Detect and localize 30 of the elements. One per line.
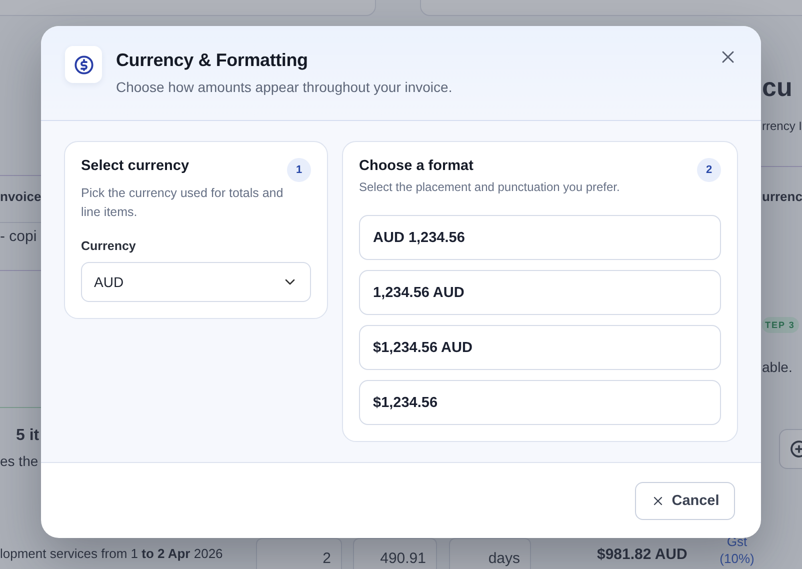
card-title: Choose a format [359, 158, 474, 174]
dialog-subtitle: Choose how amounts appear throughout your invoice. [116, 79, 454, 95]
cancel-button[interactable]: Cancel [635, 482, 735, 520]
column-header: nvoice [0, 189, 42, 204]
column-header: urrenc [762, 189, 802, 204]
dialog-title: Currency & Formatting [116, 50, 309, 71]
field-label: Currency [81, 239, 137, 253]
dollar-icon [74, 54, 94, 74]
format-option[interactable]: $1,234.56 [359, 380, 721, 425]
amount-text: $981.82 AUD [597, 546, 688, 563]
currency-select[interactable]: AUD [81, 262, 311, 302]
row-description: lopment services from 1 to 2 Apr 2026 [0, 546, 223, 561]
format-option[interactable]: 1,234.56 AUD [359, 270, 721, 315]
step-badge: TEP 3 [762, 317, 799, 333]
section-subtitle: rrency I [762, 119, 802, 133]
section-note: es the [0, 453, 38, 469]
table-cell: - copi [0, 228, 37, 245]
item-count: 5 it [16, 427, 40, 445]
rate-field[interactable]: 490.91 [353, 538, 437, 569]
quantity-field[interactable]: 2 [256, 538, 342, 569]
format-option[interactable]: AUD 1,234.56 [359, 215, 721, 260]
card-description: Select the placement and punctuation you prefer. [359, 179, 621, 196]
card-description: Pick the currency used for totals and line items. [81, 185, 284, 221]
step-number: 2 [697, 158, 721, 182]
card-title: Select currency [81, 158, 190, 174]
format-option[interactable]: $1,234.56 AUD [359, 325, 721, 370]
section-title: cu [762, 72, 792, 103]
step-number: 1 [287, 158, 311, 182]
section-note: able. [762, 359, 792, 375]
unit-field[interactable]: days [449, 538, 531, 569]
